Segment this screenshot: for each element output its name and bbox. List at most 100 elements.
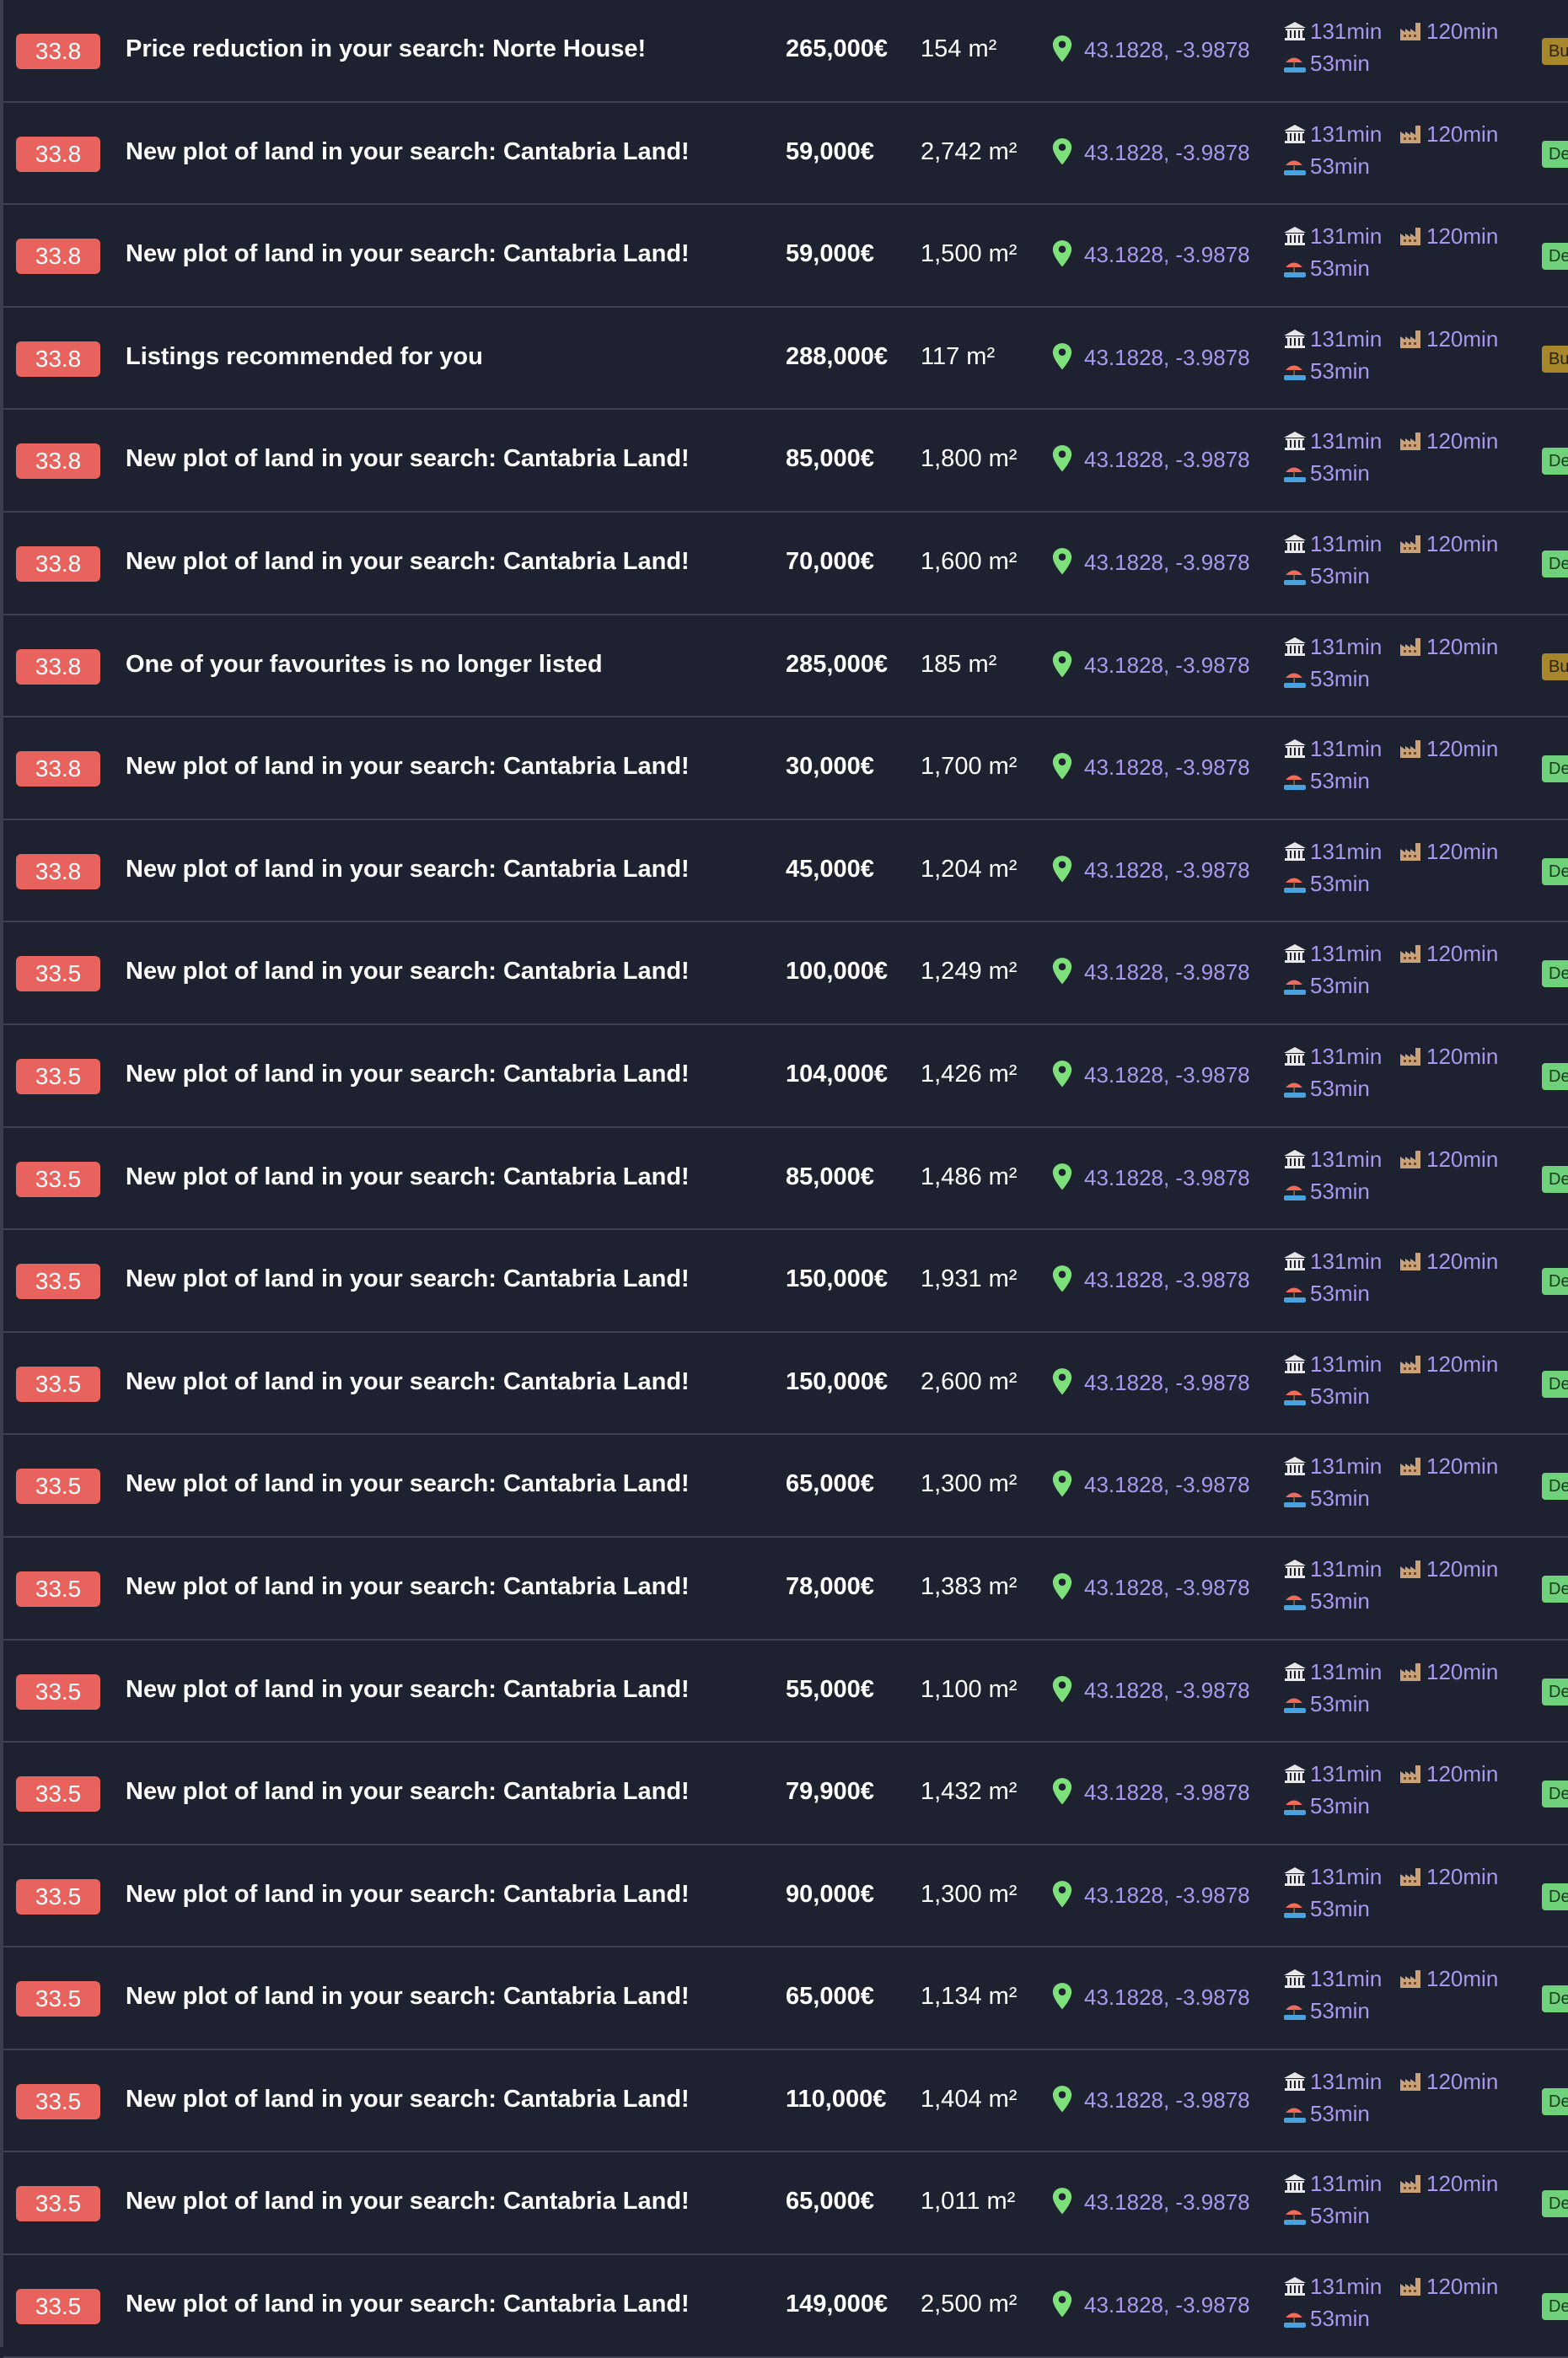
listing-title[interactable]: New plot of land in your search: Cantabr… <box>126 1676 690 1704</box>
category-tag: De <box>1542 448 1568 475</box>
listing-title[interactable]: New plot of land in your search: Cantabr… <box>126 2291 690 2318</box>
coordinates-link[interactable]: 43.1828, -3.9878 <box>1084 2189 1250 2216</box>
list-item[interactable]: 33.5 New plot of land in your search: Ca… <box>3 1435 1568 1538</box>
list-item[interactable]: 33.5 New plot of land in your search: Ca… <box>3 1538 1568 1641</box>
listing-title[interactable]: New plot of land in your search: Cantabr… <box>126 548 690 576</box>
listing-title[interactable]: New plot of land in your search: Cantabr… <box>126 856 690 884</box>
map-pin-icon <box>1052 1163 1072 1190</box>
factory-time-value: 120min <box>1426 325 1499 352</box>
coordinates-link[interactable]: 43.1828, -3.9878 <box>1084 550 1250 576</box>
map-pin-icon <box>1052 342 1072 370</box>
coordinates-link[interactable]: 43.1828, -3.9878 <box>1084 755 1250 781</box>
listing-title[interactable]: New plot of land in your search: Cantabr… <box>126 2188 690 2216</box>
coordinates-link[interactable]: 43.1828, -3.9878 <box>1084 1575 1250 1601</box>
category-tag: De <box>1542 1678 1568 1705</box>
list-item[interactable]: 33.5 New plot of land in your search: Ca… <box>3 2050 1568 2153</box>
list-item[interactable]: 33.5 New plot of land in your search: Ca… <box>3 922 1568 1025</box>
beach-travel-time: 53min <box>1283 2306 1370 2332</box>
score-badge: 33.5 <box>16 1878 100 1915</box>
listing-title[interactable]: New plot of land in your search: Cantabr… <box>126 1163 690 1191</box>
list-item[interactable]: 33.5 New plot of land in your search: Ca… <box>3 1947 1568 2050</box>
beach-icon <box>1284 2005 1306 2021</box>
listing-title[interactable]: New plot of land in your search: Cantabr… <box>126 1470 690 1498</box>
list-item[interactable]: 33.8 New plot of land in your search: Ca… <box>3 205 1568 308</box>
list-item[interactable]: 33.5 New plot of land in your search: Ca… <box>3 1128 1568 1231</box>
factory-icon <box>1400 1253 1420 1271</box>
listing-title[interactable]: New plot of land in your search: Cantabr… <box>126 1778 690 1806</box>
list-item[interactable]: 33.8 New plot of land in your search: Ca… <box>3 103 1568 206</box>
map-pin-icon <box>1052 548 1072 575</box>
score-badge: 33.8 <box>16 136 100 172</box>
listing-title[interactable]: New plot of land in your search: Cantabr… <box>126 1983 690 2011</box>
beach-time-value: 53min <box>1310 973 1370 999</box>
beach-icon <box>1284 1287 1306 1303</box>
coordinates-link[interactable]: 43.1828, -3.9878 <box>1084 959 1250 986</box>
coordinates-link[interactable]: 43.1828, -3.9878 <box>1084 857 1250 884</box>
coordinates-link[interactable]: 43.1828, -3.9878 <box>1084 242 1250 268</box>
listing-title[interactable]: New plot of land in your search: Cantabr… <box>126 1573 690 1601</box>
factory-travel-time: 120min <box>1399 1044 1498 1070</box>
listing-title[interactable]: Price reduction in your search: Norte Ho… <box>126 35 646 63</box>
map-pin-icon <box>1052 1572 1072 1600</box>
list-item[interactable]: 33.5 New plot of land in your search: Ca… <box>3 1230 1568 1333</box>
coordinates-link[interactable]: 43.1828, -3.9878 <box>1084 2087 1250 2114</box>
list-item[interactable]: 33.8 New plot of land in your search: Ca… <box>3 717 1568 820</box>
list-item[interactable]: 33.8 Price reduction in your search: Nor… <box>3 0 1568 103</box>
factory-time-value: 120min <box>1426 838 1499 864</box>
listing-title[interactable]: New plot of land in your search: Cantabr… <box>126 1265 690 1293</box>
coordinates-link[interactable]: 43.1828, -3.9878 <box>1084 1267 1250 1293</box>
listing-title[interactable]: New plot of land in your search: Cantabr… <box>126 1881 690 1909</box>
coordinates-link[interactable]: 43.1828, -3.9878 <box>1084 2292 1250 2318</box>
category-tag: De <box>1542 1370 1568 1398</box>
list-item[interactable]: 33.8 New plot of land in your search: Ca… <box>3 820 1568 923</box>
list-item[interactable]: 33.8 One of your favourites is no longer… <box>3 615 1568 718</box>
listing-title[interactable]: One of your favourites is no longer list… <box>126 651 603 679</box>
coordinates-link[interactable]: 43.1828, -3.9878 <box>1084 653 1250 679</box>
listing-title[interactable]: New plot of land in your search: Cantabr… <box>126 445 690 473</box>
list-item[interactable]: 33.8 New plot of land in your search: Ca… <box>3 410 1568 513</box>
beach-time-value: 53min <box>1310 1485 1370 1512</box>
list-item[interactable]: 33.5 New plot of land in your search: Ca… <box>3 2255 1568 2358</box>
coordinates-link[interactable]: 43.1828, -3.9878 <box>1084 345 1250 371</box>
coordinates-link[interactable]: 43.1828, -3.9878 <box>1084 1062 1250 1088</box>
coordinates-link[interactable]: 43.1828, -3.9878 <box>1084 1883 1250 1909</box>
factory-icon <box>1400 432 1420 451</box>
factory-icon <box>1400 228 1420 246</box>
coordinates-link[interactable]: 43.1828, -3.9878 <box>1084 1472 1250 1498</box>
museum-time-value: 131min <box>1310 1761 1383 1787</box>
factory-time-value: 120min <box>1426 1249 1499 1275</box>
coordinates-link[interactable]: 43.1828, -3.9878 <box>1084 37 1250 63</box>
beach-icon <box>1284 57 1306 73</box>
list-item[interactable]: 33.5 New plot of land in your search: Ca… <box>3 1333 1568 1436</box>
list-item[interactable]: 33.5 New plot of land in your search: Ca… <box>3 1743 1568 1845</box>
museum-travel-time: 131min <box>1283 2171 1382 2197</box>
factory-time-value: 120min <box>1426 1351 1499 1377</box>
museum-icon <box>1284 1662 1306 1681</box>
coordinates-link[interactable]: 43.1828, -3.9878 <box>1084 1370 1250 1396</box>
coordinates-link[interactable]: 43.1828, -3.9878 <box>1084 1165 1250 1191</box>
list-item[interactable]: 33.5 New plot of land in your search: Ca… <box>3 2152 1568 2256</box>
list-item[interactable]: 33.5 New plot of land in your search: Ca… <box>3 1641 1568 1743</box>
listing-title[interactable]: New plot of land in your search: Cantabr… <box>126 138 690 166</box>
category-tag: De <box>1542 1473 1568 1501</box>
coordinates-link[interactable]: 43.1828, -3.9878 <box>1084 1985 1250 2011</box>
coordinates-link[interactable]: 43.1828, -3.9878 <box>1084 140 1250 166</box>
listing-title[interactable]: New plot of land in your search: Cantabr… <box>126 753 690 781</box>
coordinates-link[interactable]: 43.1828, -3.9878 <box>1084 1678 1250 1704</box>
coordinates-link[interactable]: 43.1828, -3.9878 <box>1084 447 1250 473</box>
listing-title[interactable]: New plot of land in your search: Cantabr… <box>126 1368 690 1396</box>
listing-title[interactable]: New plot of land in your search: Cantabr… <box>126 958 690 986</box>
list-item[interactable]: 33.8 New plot of land in your search: Ca… <box>3 513 1568 615</box>
factory-time-value: 120min <box>1426 2274 1499 2300</box>
listing-title[interactable]: New plot of land in your search: Cantabr… <box>126 2086 690 2114</box>
list-item[interactable]: 33.5 New plot of land in your search: Ca… <box>3 1025 1568 1128</box>
coordinates-link[interactable]: 43.1828, -3.9878 <box>1084 1780 1250 1806</box>
beach-icon <box>1284 1698 1306 1713</box>
factory-time-value: 120min <box>1426 633 1499 659</box>
listing-title[interactable]: New plot of land in your search: Cantabr… <box>126 1061 690 1088</box>
listing-title[interactable]: New plot of land in your search: Cantabr… <box>126 240 690 268</box>
list-item[interactable]: 33.8 Listings recommended for you 288,00… <box>3 308 1568 411</box>
listing-title[interactable]: Listings recommended for you <box>126 343 483 371</box>
beach-icon <box>1284 570 1306 585</box>
list-item[interactable]: 33.5 New plot of land in your search: Ca… <box>3 1845 1568 1948</box>
